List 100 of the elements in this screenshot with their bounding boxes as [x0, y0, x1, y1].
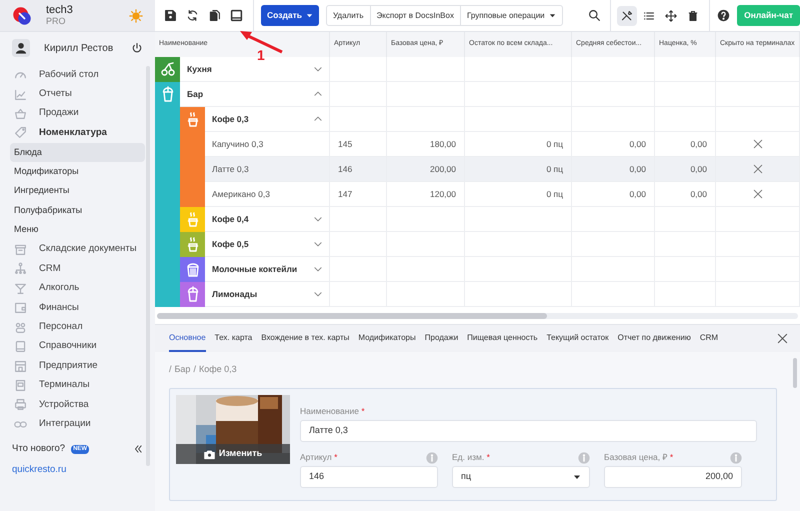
input-field[interactable]: 200,00 — [604, 466, 742, 488]
detail-tab[interactable]: CRM — [700, 325, 718, 352]
tag-icon — [14, 126, 27, 140]
inbox-icon[interactable] — [230, 9, 243, 22]
group-name[interactable]: Кофе 0,3 — [212, 112, 249, 126]
help-icon[interactable] — [717, 9, 730, 22]
input-field[interactable]: Латте 0,3 — [300, 420, 757, 442]
group-name[interactable]: Кухня — [187, 62, 212, 76]
table-cell: 146 — [330, 157, 387, 181]
field-label: Артикул — [300, 452, 332, 462]
save-icon[interactable] — [164, 9, 177, 22]
whats-new-link[interactable]: Что нового? — [12, 442, 66, 456]
table-cell: 0,00 — [655, 182, 716, 206]
store-icon — [14, 360, 27, 373]
site-link[interactable]: quickresto.ru — [12, 462, 66, 478]
table-cell: 0 пц — [465, 182, 572, 206]
nav-item[interactable]: Предприятие — [10, 356, 145, 376]
archive-icon — [14, 243, 27, 256]
tools-button[interactable] — [617, 6, 638, 26]
table-cell: 0 пц — [465, 132, 572, 156]
table-cell: 120,00 — [387, 182, 465, 206]
detail-tab[interactable]: Продажи — [424, 325, 458, 352]
nav-item[interactable]: Финансы — [10, 298, 145, 318]
nav-subitem[interactable]: Модификаторы — [10, 162, 145, 182]
camera-icon — [204, 448, 215, 460]
detail-tab[interactable]: Вхождение в тех. карты — [261, 325, 350, 352]
table-row[interactable]: Латте 0,3 146 200,00 0 пц 0,00 0,00 — [205, 157, 800, 182]
detail-tab[interactable]: Тех. карта — [214, 325, 252, 352]
collapse-icon[interactable] — [133, 444, 143, 454]
input-field[interactable]: 146 — [300, 466, 438, 488]
table-cell: 0,00 — [572, 132, 655, 156]
nav-item[interactable]: Терминалы — [10, 376, 145, 396]
group-name[interactable]: Лимонады — [212, 288, 258, 300]
nav-item[interactable]: Справочники — [10, 336, 145, 356]
close-icon[interactable] — [777, 333, 788, 344]
caret-icon — [548, 12, 556, 19]
people-icon — [14, 320, 27, 334]
wallet-icon — [14, 301, 27, 314]
table-cell: 145 — [330, 132, 387, 156]
nav-subitem[interactable]: Меню — [10, 220, 145, 240]
nav-item[interactable]: Алкоголь — [10, 278, 145, 298]
refresh-icon[interactable] — [186, 9, 199, 22]
detail-tab[interactable]: Основное — [169, 325, 206, 352]
group-name[interactable]: Молочные коктейли — [212, 262, 298, 276]
table-cell: 0,00 — [572, 182, 655, 206]
toolbar-button[interactable]: Экспорт в DocsInBox — [370, 6, 460, 25]
table-cell: 147 — [330, 182, 387, 206]
power-icon[interactable] — [131, 42, 143, 54]
group-name[interactable]: Кофе 0,5 — [212, 238, 249, 250]
printer-icon — [14, 398, 27, 412]
nav-item[interactable]: Складские документы — [10, 240, 145, 260]
detail-tab[interactable]: Текущий остаток — [546, 325, 609, 352]
basket-icon — [14, 107, 27, 120]
tools-icon — [621, 10, 634, 22]
nav-item[interactable]: Устройства — [10, 395, 145, 415]
nav-item[interactable]: Персонал — [10, 317, 145, 337]
copy-icon[interactable] — [208, 9, 221, 22]
table-cell: 0,00 — [655, 157, 716, 181]
field-label: Базовая цена, ₽ — [604, 452, 668, 462]
nav-item[interactable]: Интеграции — [10, 414, 145, 434]
unit-dropdown[interactable]: пц — [452, 466, 590, 488]
group-name[interactable]: Кофе 0,4 — [212, 212, 249, 226]
table-cell: 0,00 — [655, 132, 716, 156]
nav-subitem[interactable]: Ингредиенты — [10, 182, 145, 201]
logo-icon — [12, 6, 32, 26]
nav-item[interactable]: Отчеты — [10, 84, 145, 104]
table-cell: 180,00 — [387, 132, 465, 156]
caret-icon — [573, 473, 581, 481]
hierarchy-icon — [14, 262, 27, 276]
group-name[interactable]: Бар — [187, 88, 204, 100]
required-marker: * — [361, 406, 365, 416]
nav-subitem[interactable]: Полуфабрикаты — [10, 200, 145, 220]
move-icon[interactable] — [665, 10, 678, 22]
book-icon — [14, 340, 27, 354]
user-name: Кирилл Рестов — [44, 42, 114, 56]
table-row[interactable]: Американо 0,3 147 120,00 0 пц 0,00 0,00 — [205, 182, 800, 207]
nav-item[interactable]: Продажи — [10, 104, 145, 124]
required-marker: * — [334, 452, 338, 462]
change-photo-button[interactable]: Изменить — [176, 444, 290, 464]
breadcrumb-separator: / — [193, 363, 196, 376]
list-icon[interactable] — [643, 10, 656, 22]
nav-item[interactable]: Номенклатура — [10, 123, 145, 143]
nav-item[interactable]: CRM — [10, 259, 145, 279]
chart-icon — [14, 88, 27, 101]
search-icon[interactable] — [588, 9, 602, 22]
create-button[interactable]: Создать — [261, 5, 319, 26]
toolbar-button[interactable]: Групповые операции — [460, 6, 562, 25]
detail-tab[interactable]: Пищевая ценность — [467, 325, 538, 352]
trash-icon[interactable] — [687, 10, 700, 22]
detail-tab[interactable]: Отчет по движению — [618, 325, 691, 352]
toolbar-button[interactable]: Удалить — [326, 6, 370, 25]
nav-subitem[interactable]: Блюда — [10, 142, 145, 162]
nav-item[interactable]: Рабочий стол — [10, 65, 145, 84]
terminal-icon — [14, 378, 27, 392]
breadcrumb-separator: / — [169, 363, 172, 376]
required-marker: * — [670, 452, 674, 462]
scrollbar-thumb[interactable] — [793, 358, 797, 388]
scrollbar-thumb[interactable] — [157, 313, 547, 319]
table-cell: 200,00 — [387, 157, 465, 181]
detail-tab[interactable]: Модификаторы — [358, 325, 416, 352]
